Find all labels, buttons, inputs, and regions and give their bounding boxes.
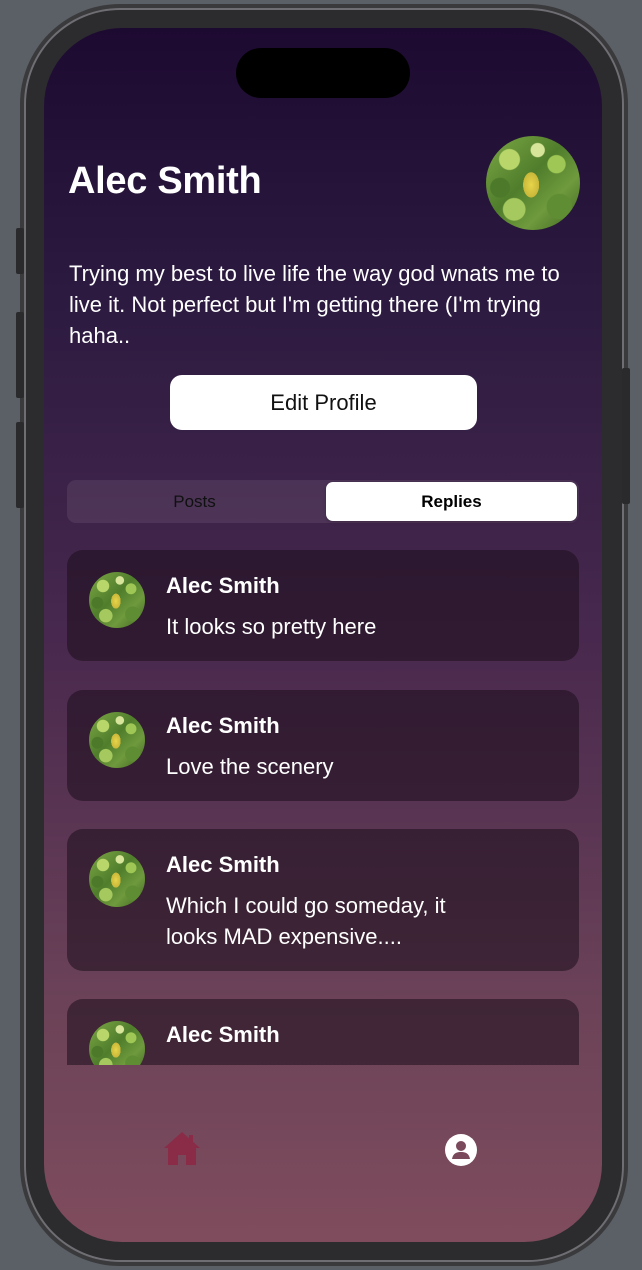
reply-avatar (89, 1021, 145, 1065)
silent-switch (16, 228, 24, 274)
reply-card[interactable]: Alec Smith Love the scenery (67, 690, 579, 801)
reply-card[interactable]: Alec Smith Which I could go someday, it … (67, 829, 579, 971)
edit-profile-button[interactable]: Edit Profile (170, 375, 477, 430)
profile-avatar (486, 136, 580, 230)
reply-card[interactable]: Alec Smith (67, 999, 579, 1065)
posts-replies-picker: Posts Replies (67, 480, 579, 523)
reply-text: It looks so pretty here (166, 614, 377, 639)
reply-avatar (89, 572, 145, 628)
dynamic-island (236, 48, 410, 98)
reply-avatar (89, 851, 145, 907)
power-button (622, 368, 630, 504)
tab-profile[interactable] (444, 1133, 478, 1167)
app-screen: Alec Smith Trying my best to live life t… (44, 28, 602, 1242)
profile-name: Alec Smith (68, 160, 262, 202)
reply-card[interactable]: Alec Smith It looks so pretty here (67, 550, 579, 661)
reply-author: Alec Smith (166, 713, 280, 738)
reply-author: Alec Smith (166, 852, 280, 877)
tab-replies[interactable]: Replies (326, 482, 577, 521)
tab-bar (44, 1065, 602, 1242)
reply-avatar (89, 712, 145, 768)
tab-posts[interactable]: Posts (69, 482, 320, 521)
reply-text: Which I could go someday, it looks MAD e… (166, 893, 446, 949)
house-icon-chimney (189, 1135, 193, 1144)
tab-home[interactable] (162, 1129, 202, 1169)
volume-up-button (16, 312, 24, 398)
profile-bio: Trying my best to live life the way god … (69, 261, 560, 348)
house-icon (164, 1132, 200, 1165)
reply-author: Alec Smith (166, 573, 280, 598)
volume-down-button (16, 422, 24, 508)
replies-list[interactable]: Alec Smith It looks so pretty here Alec … (67, 550, 581, 1065)
reply-author: Alec Smith (166, 1022, 280, 1047)
person-circle-icon-head (456, 1141, 466, 1151)
house-icon-shape (164, 1132, 200, 1165)
reply-text: Love the scenery (166, 754, 334, 779)
person-circle-icon (445, 1134, 477, 1166)
